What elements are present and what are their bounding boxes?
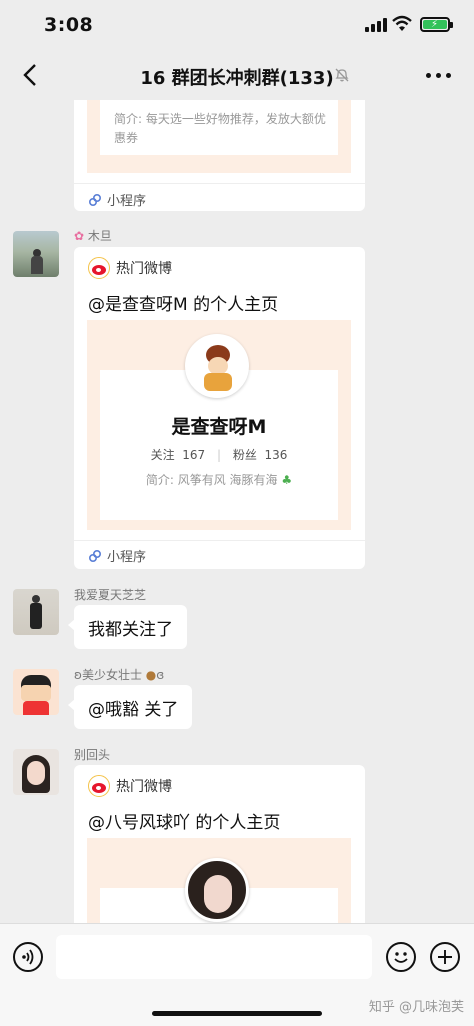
- profile-avatar: [185, 334, 249, 398]
- battery-icon: ⚡: [420, 17, 453, 32]
- card-preview: 简介: 每天选一些好物推荐，发放大额优惠券: [87, 100, 351, 173]
- clover-emoji-icon: ♣: [277, 473, 293, 487]
- mini-program-icon: [88, 549, 102, 563]
- weibo-logo-icon: [88, 775, 110, 797]
- mini-program-card[interactable]: 简介: 每天选一些好物推荐，发放大额优惠券 小程序: [74, 100, 365, 211]
- card-intro: 简介: 每天选一些好物推荐，发放大额优惠券: [114, 112, 326, 145]
- emoji-button[interactable]: [386, 942, 416, 972]
- bunny-emoji-icon: ʚ: [74, 668, 82, 682]
- message-bubble[interactable]: @哦豁 关了: [67, 685, 193, 729]
- message-input[interactable]: [56, 935, 372, 979]
- mini-program-label: 小程序: [88, 190, 146, 209]
- wifi-icon: [392, 15, 412, 31]
- cellular-signal-icon: [365, 18, 387, 32]
- voice-icon: [22, 949, 34, 965]
- more-options-button[interactable]: [426, 66, 452, 82]
- weibo-share-card[interactable]: 热门微博 @八号风球吖 的个人主页: [74, 765, 365, 923]
- page-title: 16 群团长冲刺群(133): [140, 68, 334, 89]
- status-bar: 3:08 ⚡: [0, 0, 474, 50]
- profile-name: 是查查呀M: [171, 416, 267, 438]
- bear-emoji-icon: ●: [141, 668, 157, 682]
- share-source: 热门微博: [88, 257, 172, 279]
- mini-program-label: 小程序: [88, 546, 146, 565]
- profile-avatar: [185, 858, 249, 922]
- profile-stats: 关注 167 | 粉丝 136: [150, 448, 288, 462]
- plus-icon: [438, 950, 452, 964]
- voice-input-button[interactable]: [13, 942, 43, 972]
- input-toolbar: 知乎 @几味泡芙: [0, 923, 474, 1026]
- avatar[interactable]: [13, 589, 59, 635]
- home-indicator: [152, 1011, 322, 1016]
- share-headline: @是查查呀M 的个人主页: [88, 295, 279, 315]
- avatar[interactable]: [13, 749, 59, 795]
- sender-name: ✿ 木旦: [74, 229, 112, 243]
- sender-name: 我爱夏天芝芝: [74, 588, 147, 602]
- share-headline: @八号风球吖 的个人主页: [88, 813, 281, 833]
- avatar[interactable]: [13, 231, 59, 277]
- profile-intro: 简介: 风筝有风 海豚有海 ♣: [145, 473, 293, 487]
- more-functions-button[interactable]: [430, 942, 460, 972]
- message-bubble[interactable]: 我都关注了: [68, 605, 187, 649]
- sender-name: 别回头: [74, 748, 111, 762]
- share-source: 热门微博: [88, 775, 172, 797]
- flower-emoji-icon: ✿: [74, 229, 85, 243]
- weibo-share-card[interactable]: 热门微博 @是查查呀M 的个人主页 是查查呀M 关注 167 | 粉丝 136 …: [74, 247, 365, 569]
- sender-name: ʚ美少女壮士 ●ɞ: [74, 668, 165, 682]
- chat-header: 16 群团长冲刺群(133): [0, 50, 474, 100]
- profile-preview: 是查查呀M 关注 167 | 粉丝 136 简介: 风筝有风 海豚有海 ♣: [87, 320, 351, 530]
- mini-program-icon: [88, 193, 102, 207]
- smiley-icon: [394, 952, 408, 963]
- mute-bell-icon: [335, 68, 349, 82]
- profile-preview: [87, 838, 351, 923]
- clock: 3:08: [44, 14, 94, 36]
- watermark: 知乎 @几味泡芙: [368, 1000, 464, 1015]
- chat-area[interactable]: 简介: 每天选一些好物推荐，发放大额优惠券 小程序 ✿ 木旦 热门微博 @是查查…: [0, 100, 474, 923]
- weibo-logo-icon: [88, 257, 110, 279]
- avatar[interactable]: [13, 669, 59, 715]
